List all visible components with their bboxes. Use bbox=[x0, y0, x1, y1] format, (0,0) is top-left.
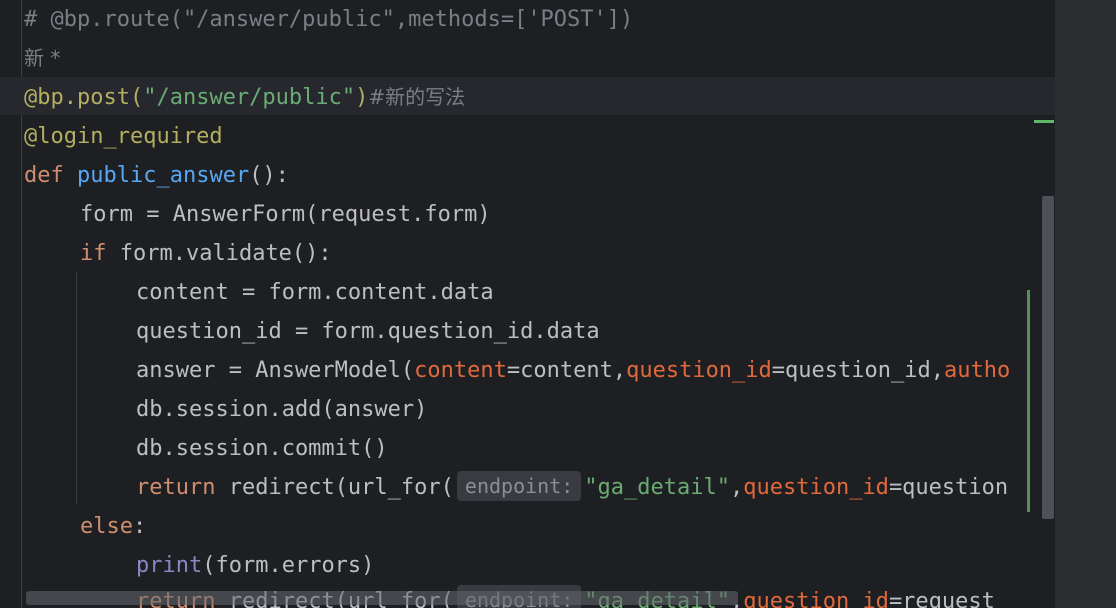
string-token: "ga_detail" bbox=[584, 475, 730, 500]
inspection-marker[interactable] bbox=[1034, 120, 1054, 123]
keyword-token: def bbox=[24, 163, 64, 188]
horizontal-scrollbar-thumb[interactable] bbox=[26, 591, 738, 605]
change-marker[interactable] bbox=[1027, 290, 1030, 512]
code-line-2[interactable]: 新 * bbox=[24, 39, 60, 78]
code-token: form.validate(): bbox=[106, 241, 332, 266]
code-line-3[interactable]: @bp.post("/answer/public")#新的写法 bbox=[24, 78, 465, 117]
builtin-token: print bbox=[136, 553, 203, 578]
code-token: , bbox=[729, 475, 744, 500]
comment-token: #新的写法 bbox=[368, 85, 466, 109]
keyword-token: else bbox=[80, 514, 133, 539]
code-token: =question_id, bbox=[771, 358, 944, 383]
code-token: (form.errors) bbox=[202, 553, 375, 578]
decorator-close: ) bbox=[355, 85, 369, 110]
keyword-token: if bbox=[80, 241, 107, 266]
code-line-9[interactable]: question_id = form.question_id.data bbox=[136, 312, 600, 351]
code-token: answer = AnswerModel( bbox=[136, 358, 415, 383]
kwarg-token: autho bbox=[943, 358, 1011, 383]
code-token: (): bbox=[249, 163, 289, 188]
code-editor[interactable]: # @bp.route("/answer/public",methods=['P… bbox=[0, 0, 1055, 608]
kwarg-token: question_id bbox=[743, 475, 889, 500]
right-side-panel bbox=[1055, 0, 1116, 608]
code-line-11[interactable]: db.session.add(answer) bbox=[136, 390, 427, 429]
code-token: : bbox=[132, 514, 147, 539]
vertical-scrollbar-thumb[interactable] bbox=[1042, 196, 1054, 519]
code-line-10[interactable]: answer = AnswerModel(content=content,que… bbox=[136, 351, 1010, 390]
code-token: redirect(url_for( bbox=[215, 475, 454, 500]
string-token: "/answer/public" bbox=[143, 85, 356, 110]
code-line-7[interactable]: if form.validate(): bbox=[80, 234, 332, 273]
code-line-5[interactable]: def public_answer(): bbox=[24, 156, 289, 195]
code-line-12[interactable]: db.session.commit() bbox=[136, 429, 388, 468]
kwarg-token: question_id bbox=[743, 589, 889, 608]
keyword-token: return bbox=[136, 475, 216, 500]
kwarg-token: content bbox=[414, 358, 507, 383]
kwarg-token: question_id bbox=[626, 358, 772, 383]
code-token: =request bbox=[888, 589, 995, 608]
code-line-1[interactable]: # @bp.route("/answer/public",methods=['P… bbox=[24, 0, 633, 39]
code-token: =content, bbox=[506, 358, 627, 383]
code-line-14[interactable]: else: bbox=[80, 507, 146, 546]
code-line-8[interactable]: content = form.content.data bbox=[136, 273, 494, 312]
function-name-token: public_answer bbox=[77, 163, 250, 188]
indent-guide bbox=[76, 272, 77, 504]
decorator-token: @bp.post( bbox=[24, 85, 144, 110]
code-line-4[interactable]: @login_required bbox=[24, 117, 223, 156]
code-line-13[interactable]: return redirect(url_for(endpoint: "ga_det… bbox=[136, 468, 1008, 507]
code-line-15[interactable]: print(form.errors) bbox=[136, 546, 374, 585]
code-token: =question bbox=[888, 475, 1009, 500]
code-line-6[interactable]: form = AnswerForm(request.form) bbox=[80, 195, 491, 234]
parameter-hint: endpoint: bbox=[456, 471, 582, 501]
